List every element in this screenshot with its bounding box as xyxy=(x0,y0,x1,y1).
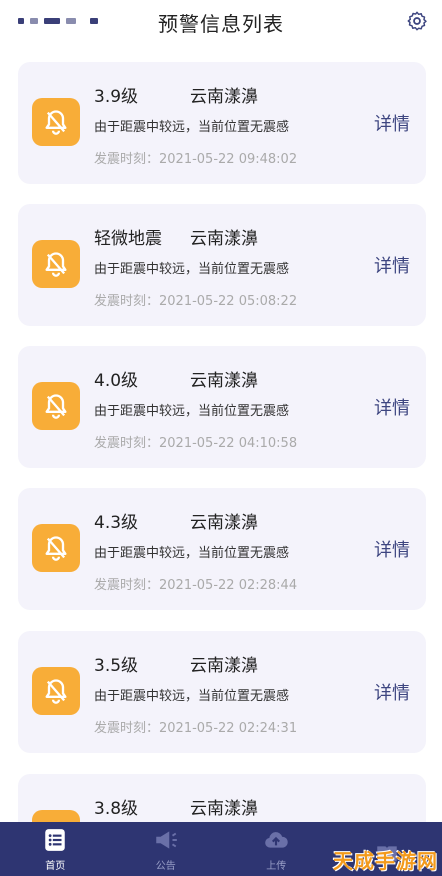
alert-time-value: 2021-05-22 04:10:58 xyxy=(159,436,298,451)
bell-icon xyxy=(32,667,80,715)
alert-location: 云南漾濞 xyxy=(190,229,258,249)
alert-message: 由于距震中较远，当前位置无震感 xyxy=(94,262,290,277)
alert-card[interactable]: 3.9级 云南漾濞 由于距震中较远，当前位置无震感 发震时刻：2021-05-2… xyxy=(18,62,426,184)
alert-time: 发震时刻：2021-05-22 02:28:44 xyxy=(94,574,297,593)
alert-card[interactable]: 3.5级 云南漾濞 由于距震中较远，当前位置无震感 发震时刻：2021-05-2… xyxy=(18,631,426,753)
nav-item-home[interactable]: 首页 xyxy=(0,822,111,876)
alert-time-value: 2021-05-22 05:08:22 xyxy=(159,294,298,309)
bell-icon xyxy=(32,524,80,572)
alert-time: 发震时刻：2021-05-22 04:10:58 xyxy=(94,432,297,451)
alert-message: 由于距震中较远，当前位置无震感 xyxy=(94,120,290,135)
cloud-upload-icon xyxy=(265,832,288,848)
bell-icon xyxy=(32,98,80,146)
alert-time-label: 发震时刻： xyxy=(94,721,160,736)
alert-time-label: 发震时刻： xyxy=(94,436,160,451)
megaphone-icon xyxy=(156,831,177,849)
alert-level: 4.3级 xyxy=(94,513,139,533)
alert-time: 发震时刻：2021-05-22 09:48:02 xyxy=(94,148,297,167)
nav-label: 首页 xyxy=(45,861,66,872)
alert-location: 云南漾濞 xyxy=(190,656,258,676)
detail-link[interactable]: 详情 xyxy=(374,679,410,705)
detail-link[interactable]: 详情 xyxy=(374,394,410,420)
alert-time: 发震时刻：2021-05-22 02:24:31 xyxy=(94,717,297,736)
bell-icon xyxy=(32,240,80,288)
alert-location: 云南漾濞 xyxy=(190,371,258,391)
alert-level: 3.9级 xyxy=(94,87,139,107)
alert-location: 云南漾濞 xyxy=(190,799,258,819)
nav-item-announcement[interactable]: 公告 xyxy=(111,822,222,876)
nav-label: 公告 xyxy=(155,861,176,872)
nav-item-upload[interactable]: 上传 xyxy=(221,822,332,876)
alert-time-label: 发震时刻： xyxy=(94,578,160,593)
alert-time-label: 发震时刻： xyxy=(94,294,160,309)
alert-card[interactable]: 轻微地震 云南漾濞 由于距震中较远，当前位置无震感 发震时刻：2021-05-2… xyxy=(18,204,426,326)
alert-time-value: 2021-05-22 02:24:31 xyxy=(159,721,298,736)
alert-location: 云南漾濞 xyxy=(190,513,258,533)
alert-level: 4.0级 xyxy=(94,371,139,391)
watermark: 天成手游网 xyxy=(333,849,438,873)
alert-level: 3.5级 xyxy=(94,656,139,676)
alert-time: 发震时刻：2021-05-22 05:08:22 xyxy=(94,290,297,309)
alert-card[interactable]: 4.3级 云南漾濞 由于距震中较远，当前位置无震感 发震时刻：2021-05-2… xyxy=(18,488,426,610)
alert-level: 轻微地震 xyxy=(94,229,162,249)
nav-label: 上传 xyxy=(266,861,287,872)
detail-link[interactable]: 详情 xyxy=(374,536,410,562)
alert-message: 由于距震中较远，当前位置无震感 xyxy=(94,404,290,419)
alert-location: 云南漾濞 xyxy=(190,87,258,107)
header: 预警信息列表 xyxy=(0,0,442,44)
page: 预警信息列表 3.9级 云南漾濞 由于距震中较远，当前位置无震感 发震时刻：20… xyxy=(0,0,442,876)
page-title: 预警信息列表 xyxy=(158,12,284,36)
alert-time-value: 2021-05-22 02:28:44 xyxy=(159,578,298,593)
gear-icon[interactable] xyxy=(406,10,428,32)
detail-link[interactable]: 详情 xyxy=(374,252,410,278)
detail-link[interactable]: 详情 xyxy=(374,110,410,136)
alert-time-label: 发震时刻： xyxy=(94,152,160,167)
alert-message: 由于距震中较远，当前位置无震感 xyxy=(94,689,290,704)
list-icon xyxy=(45,829,65,851)
alert-time-value: 2021-05-22 09:48:02 xyxy=(159,152,298,167)
alert-card[interactable]: 4.0级 云南漾濞 由于距震中较远，当前位置无震感 发震时刻：2021-05-2… xyxy=(18,346,426,468)
alert-level: 3.8级 xyxy=(94,799,139,819)
bell-icon xyxy=(32,382,80,430)
alert-message: 由于距震中较远，当前位置无震感 xyxy=(94,546,290,561)
